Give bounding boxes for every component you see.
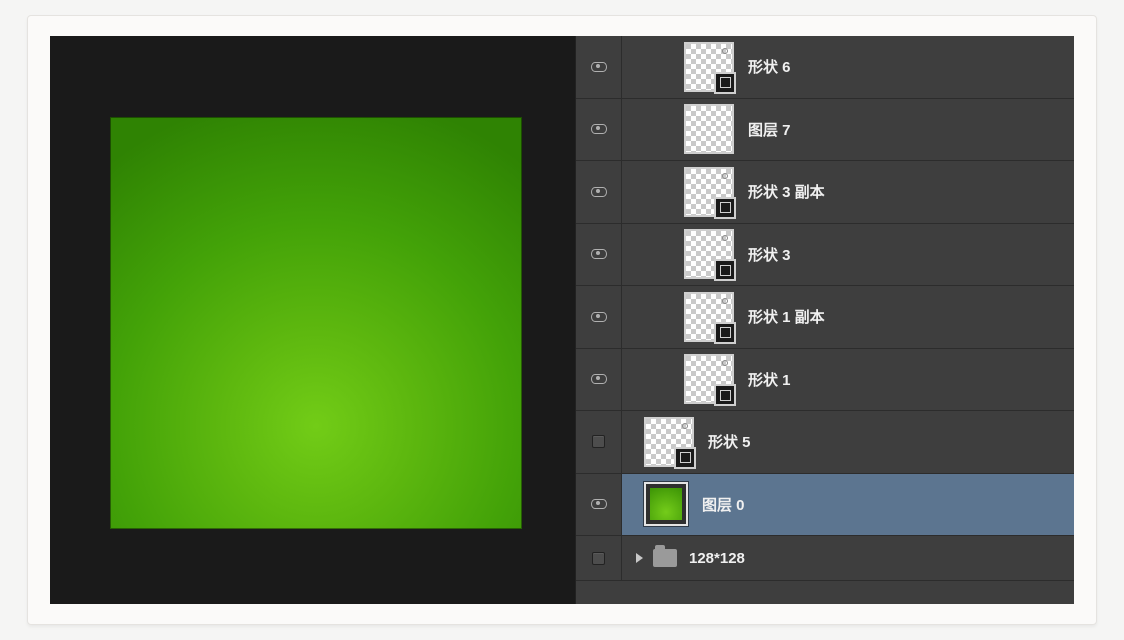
- layer-name-label[interactable]: 形状 3: [748, 244, 791, 265]
- vector-mask-icon: [714, 72, 736, 94]
- layer-group-name-label[interactable]: 128*128: [689, 550, 745, 567]
- eye-icon: [591, 499, 607, 509]
- layer-name-label[interactable]: 形状 1: [748, 369, 791, 390]
- layer-name-label[interactable]: 形状 5: [708, 431, 751, 452]
- layer-thumbnail[interactable]: [684, 354, 734, 404]
- layer-content: 128*128: [622, 536, 1074, 580]
- visibility-toggle[interactable]: [576, 99, 622, 161]
- layer-content: 图层 7: [622, 99, 1074, 161]
- vector-mask-icon: [714, 322, 736, 344]
- layer-content: 形状 1 副本: [622, 286, 1074, 348]
- visibility-toggle[interactable]: [576, 474, 622, 536]
- layer-thumbnail[interactable]: [684, 292, 734, 342]
- visibility-checkbox-icon: [592, 435, 605, 448]
- visibility-toggle[interactable]: [576, 286, 622, 348]
- visibility-toggle[interactable]: [576, 161, 622, 223]
- vector-mask-icon: [714, 197, 736, 219]
- layer-row[interactable]: 形状 3: [576, 224, 1074, 287]
- layer-row[interactable]: 形状 5: [576, 411, 1074, 474]
- layer-content: 形状 5: [622, 411, 1074, 473]
- visibility-toggle[interactable]: [576, 411, 622, 473]
- layer-thumbnail[interactable]: [684, 229, 734, 279]
- layer-name-label[interactable]: 形状 1 副本: [748, 306, 825, 327]
- layer-thumbnail[interactable]: [644, 482, 688, 526]
- layers-panel: 形状 6 图层 7 形状 3 副本: [575, 36, 1074, 604]
- eye-icon: [591, 249, 607, 259]
- eye-icon: [591, 312, 607, 322]
- layer-thumbnail[interactable]: [684, 42, 734, 92]
- layer-row[interactable]: 形状 1: [576, 349, 1074, 412]
- layer-thumbnail[interactable]: [684, 104, 734, 154]
- eye-icon: [591, 187, 607, 197]
- layer-content: 图层 0: [622, 474, 1074, 536]
- eye-icon: [591, 374, 607, 384]
- visibility-toggle[interactable]: [576, 536, 622, 580]
- folder-icon: [653, 549, 677, 567]
- eye-icon: [591, 124, 607, 134]
- layer-content: 形状 3 副本: [622, 161, 1074, 223]
- layer-group-row[interactable]: 128*128: [576, 536, 1074, 581]
- canvas-artwork: [110, 117, 522, 529]
- visibility-checkbox-icon: [592, 552, 605, 565]
- layer-row[interactable]: 形状 3 副本: [576, 161, 1074, 224]
- layer-row[interactable]: 形状 6: [576, 36, 1074, 99]
- canvas-area[interactable]: [50, 36, 575, 604]
- layer-row[interactable]: 图层 7: [576, 99, 1074, 162]
- visibility-toggle[interactable]: [576, 349, 622, 411]
- visibility-toggle[interactable]: [576, 36, 622, 98]
- vector-mask-icon: [674, 447, 696, 469]
- layer-name-label[interactable]: 形状 6: [748, 56, 791, 77]
- layer-content: 形状 6: [622, 36, 1074, 98]
- vector-mask-icon: [714, 384, 736, 406]
- visibility-toggle[interactable]: [576, 224, 622, 286]
- layer-content: 形状 1: [622, 349, 1074, 411]
- eye-icon: [591, 62, 607, 72]
- layer-thumbnail[interactable]: [644, 417, 694, 467]
- layer-name-label[interactable]: 图层 0: [702, 494, 745, 515]
- layer-row[interactable]: 形状 1 副本: [576, 286, 1074, 349]
- disclosure-triangle-icon[interactable]: [636, 553, 643, 563]
- vector-mask-icon: [714, 259, 736, 281]
- layer-name-label[interactable]: 形状 3 副本: [748, 181, 825, 202]
- layer-name-label[interactable]: 图层 7: [748, 119, 791, 140]
- layer-row-selected[interactable]: 图层 0: [576, 474, 1074, 537]
- layer-content: 形状 3: [622, 224, 1074, 286]
- photoshop-window: 形状 6 图层 7 形状 3 副本: [50, 36, 1074, 604]
- layer-thumbnail[interactable]: [684, 167, 734, 217]
- card-frame: 形状 6 图层 7 形状 3 副本: [27, 15, 1097, 625]
